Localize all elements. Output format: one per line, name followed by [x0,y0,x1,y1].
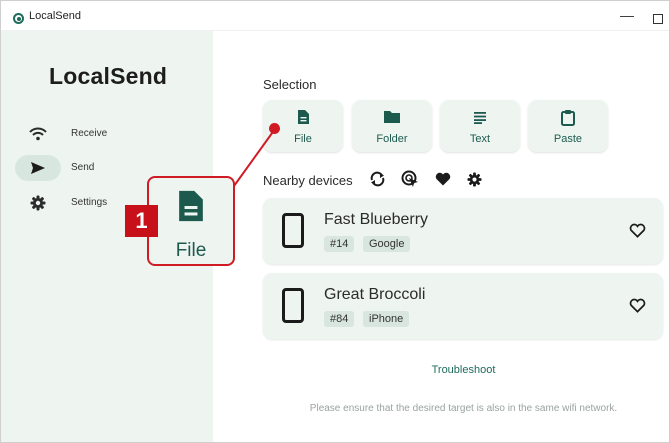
app-brand: LocalSend [49,63,168,89]
title-bar: LocalSend — [1,1,669,31]
text-icon [440,108,520,126]
scan-icon[interactable] [400,169,420,189]
folder-icon [352,108,432,126]
sidebar-item-label: Settings [71,197,108,208]
gear-icon [15,190,61,216]
send-icon [15,155,61,181]
paste-button[interactable]: Paste [528,100,608,152]
device-id-tag: #84 [324,311,355,327]
nearby-devices-title: Nearby devices [263,173,353,188]
device-id-tag: #14 [324,236,355,252]
refresh-icon[interactable] [367,169,387,189]
device-name: Great Broccoli [324,286,426,303]
device-model-tag: iPhone [363,311,410,327]
paste-button-label: Paste [553,133,583,145]
sidebar-item-label: Send [71,162,95,173]
text-button-label: Text [469,133,491,145]
settings-icon[interactable] [464,169,484,189]
localsend-logo-icon [13,13,24,24]
sidebar-item-receive[interactable]: Receive [15,121,205,149]
sidebar-item-label: Receive [71,128,108,139]
clipboard-icon [528,108,608,126]
device-card-great-broccoli[interactable]: Great Broccoli #84 iPhone [263,273,663,339]
callout-label: File [175,240,207,261]
text-button[interactable]: Text [440,100,520,152]
step-number-badge: 1 [125,205,158,237]
device-card-fast-blueberry[interactable]: Fast Blueberry #14 Google [263,198,663,264]
callout-pointer-dot [269,123,280,134]
favorite-heart-icon[interactable] [627,295,647,315]
favorite-heart-icon[interactable] [627,220,647,240]
selection-title: Selection [263,77,317,92]
folder-button-label: Folder [376,133,408,145]
wifi-hint-text: Please ensure that the desired target is… [309,403,618,414]
callout-zoom-file-button: File [147,176,235,266]
device-name: Fast Blueberry [324,211,429,228]
folder-button[interactable]: Folder [352,100,432,152]
app-window: LocalSend — LocalSend Receive Send Setti… [0,0,670,443]
window-title: LocalSend [29,10,81,22]
smartphone-icon [282,288,304,323]
minimize-button[interactable]: — [619,7,635,23]
smartphone-icon [282,213,304,248]
troubleshoot-link[interactable]: Troubleshoot [213,364,669,376]
wifi-icon [15,121,61,147]
file-icon [149,188,233,224]
main-content: Selection File Folder Text Paste Nearby … [213,31,669,442]
maximize-button[interactable] [653,14,663,24]
device-model-tag: Google [363,236,411,252]
favorites-icon[interactable] [433,169,453,189]
file-button-label: File [294,133,312,145]
